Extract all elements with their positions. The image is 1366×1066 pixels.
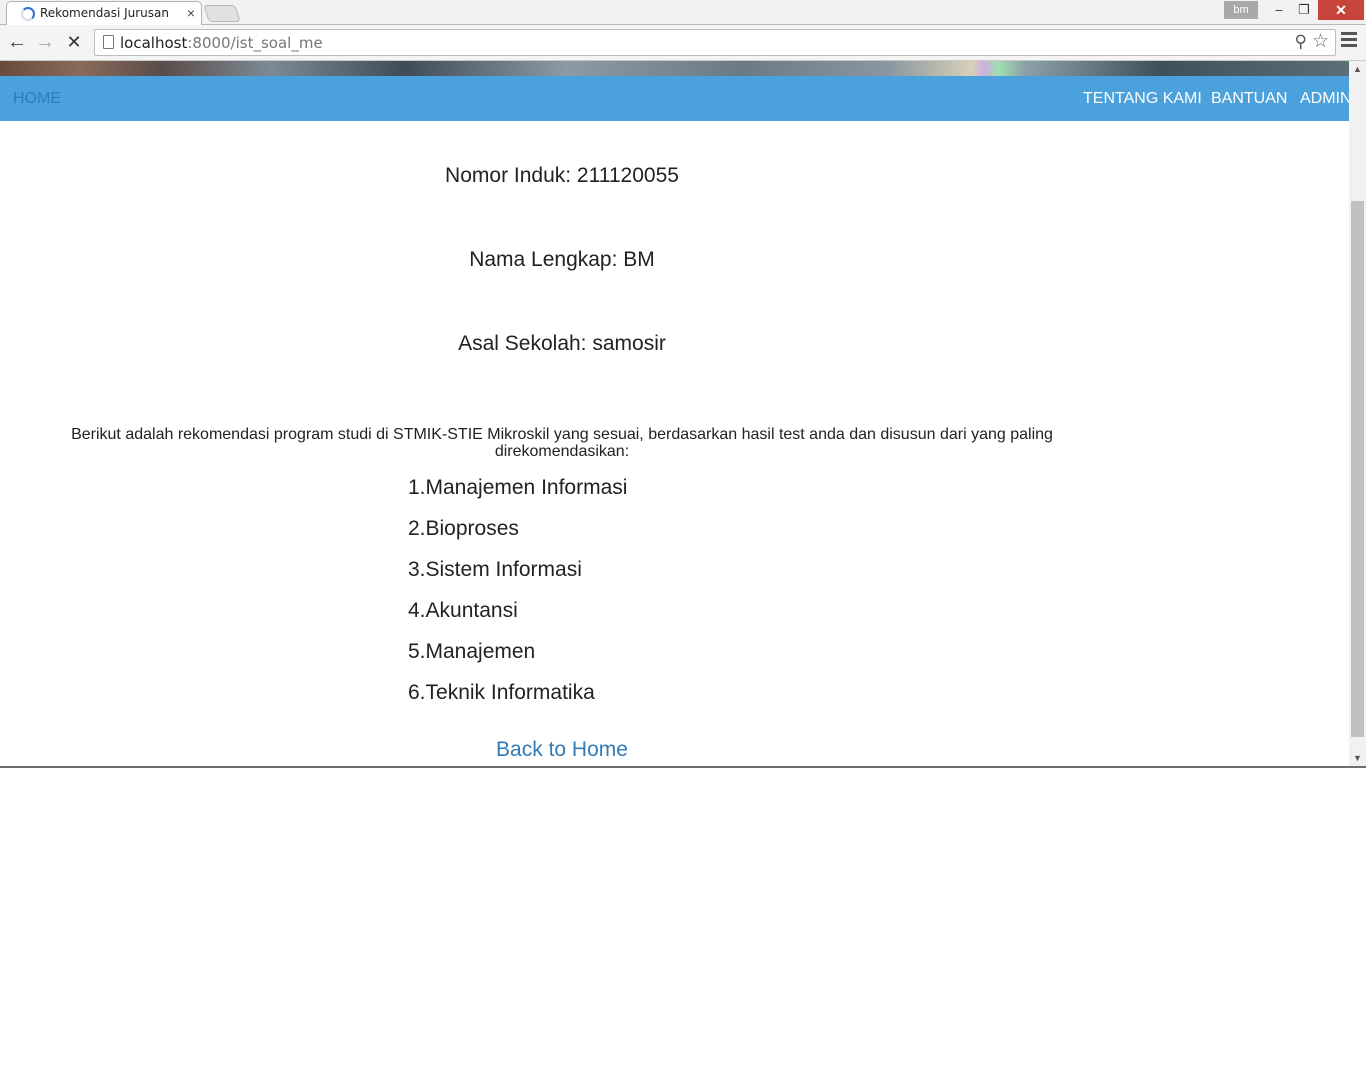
viewport-bottom-divider (0, 766, 1366, 768)
nama-lengkap-text: Nama Lengkap: BM (469, 248, 655, 271)
recommendation-item: 5.Manajemen (408, 640, 536, 663)
maximize-button[interactable]: ❐ (1291, 0, 1317, 20)
recommendation-list: 1.Manajemen Informasi 2.Bioproses 3.Sist… (408, 476, 627, 722)
recommendation-intro-line2: direkomendasikan: (494, 443, 630, 460)
scroll-down-arrow-icon[interactable]: ▼ (1349, 750, 1366, 767)
tab-title: Rekomendasi Jurusan (40, 6, 169, 20)
chrome-menu-icon[interactable] (1341, 32, 1357, 50)
url-host: localhost (120, 34, 188, 52)
browser-toolbar: ← → ✕ localhost:8000/ist_soal_me ⚲ ☆ (0, 25, 1366, 61)
recommendation-intro: Berikut adalah rekomendasi program studi… (0, 426, 1124, 460)
url-path: :8000/ist_soal_me (187, 34, 323, 52)
recommendation-item: 1.Manajemen Informasi (408, 476, 628, 499)
nav-admin-link[interactable]: ADMIN (1300, 90, 1352, 108)
nav-tentang-kami-link[interactable]: TENTANG KAMI (1083, 90, 1202, 108)
zoom-icon[interactable]: ⚲ (1295, 32, 1307, 52)
tab-close-icon[interactable]: × (187, 5, 195, 21)
browser-titlebar: Rekomendasi Jurusan × bm – ❐ ✕ (0, 0, 1366, 25)
recommendation-item: 3.Sistem Informasi (408, 558, 582, 581)
page-icon (103, 35, 114, 49)
back-to-home-link[interactable]: Back to Home (0, 738, 1124, 762)
forward-arrow-icon[interactable]: → (33, 30, 57, 54)
new-tab-button[interactable] (203, 5, 241, 22)
nomor-induk-text: Nomor Induk: 211120055 (445, 164, 679, 187)
back-arrow-icon[interactable]: ← (5, 30, 29, 54)
scroll-up-arrow-icon[interactable]: ▲ (1349, 61, 1366, 78)
recommendation-intro-line1: Berikut adalah rekomendasi program studi… (71, 426, 1053, 443)
stop-loading-icon[interactable]: ✕ (62, 30, 86, 54)
close-window-button[interactable]: ✕ (1318, 0, 1364, 20)
scrollbar-thumb[interactable] (1351, 201, 1364, 737)
recommendation-item: 2.Bioproses (408, 517, 519, 540)
profile-badge[interactable]: bm (1224, 1, 1258, 19)
address-bar[interactable]: localhost:8000/ist_soal_me ⚲ ☆ (94, 29, 1336, 56)
asal-sekolah-text: Asal Sekolah: samosir (458, 332, 666, 355)
minimize-button[interactable]: – (1266, 0, 1292, 20)
loading-spinner-icon (21, 7, 35, 21)
site-navbar: HOME TENTANG KAMI BANTUAN ADMIN (0, 76, 1352, 121)
url-text[interactable]: localhost:8000/ist_soal_me (120, 34, 323, 52)
recommendation-item: 4.Akuntansi (408, 599, 518, 622)
bookmark-star-icon[interactable]: ☆ (1312, 30, 1329, 53)
nav-bantuan-link[interactable]: BANTUAN (1211, 90, 1287, 108)
page-viewport: HOME TENTANG KAMI BANTUAN ADMIN Nomor In… (0, 61, 1366, 767)
nav-home-link[interactable]: HOME (13, 90, 61, 108)
browser-tab[interactable]: Rekomendasi Jurusan × (6, 1, 202, 25)
recommendation-item: 6.Teknik Informatika (408, 681, 595, 704)
vertical-scrollbar[interactable]: ▲ ▼ (1349, 61, 1366, 767)
header-banner-image (0, 61, 1349, 76)
